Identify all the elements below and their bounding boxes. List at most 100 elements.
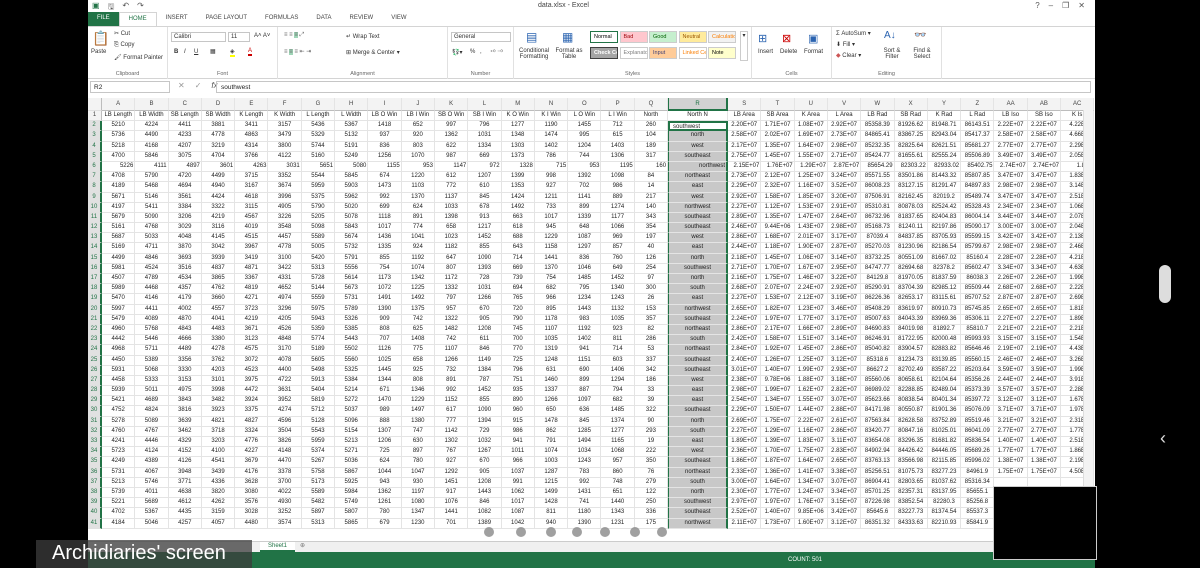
data-cell[interactable]: 1.25E+07 <box>794 355 828 366</box>
data-cell[interactable]: 989 <box>368 406 402 417</box>
data-cell[interactable]: 679 <box>368 518 402 529</box>
data-cell[interactable]: 2.65E+07 <box>1027 304 1062 315</box>
data-cell[interactable]: 941 <box>501 437 535 448</box>
data-cell[interactable]: 5790 <box>135 172 169 183</box>
data-cell[interactable]: 2.26E+07 <box>1027 274 1062 285</box>
data-cell[interactable]: 1353 <box>501 182 535 193</box>
data-cell[interactable]: 3.59E+07 <box>994 365 1028 376</box>
data-cell[interactable]: 5807 <box>335 508 369 519</box>
data-cell[interactable]: 85506.89 <box>961 151 995 162</box>
data-cell[interactable]: 4078 <box>268 355 302 366</box>
data-cell[interactable]: 82162.45 <box>894 192 928 203</box>
data-cell[interactable]: 343 <box>634 212 669 224</box>
page-dot[interactable] <box>657 527 667 537</box>
data-cell[interactable]: 777 <box>434 416 469 427</box>
data-cell[interactable]: 4446 <box>135 437 169 448</box>
data-cell[interactable]: 1.51E+07 <box>794 335 828 346</box>
data-cell[interactable]: 2.86E+07 <box>728 324 762 336</box>
data-cell[interactable]: 3924 <box>235 396 269 407</box>
data-cell[interactable]: 4618 <box>235 192 269 203</box>
data-cell[interactable]: 5411 <box>135 202 169 213</box>
data-cell[interactable]: 2.98E+07 <box>827 141 862 152</box>
data-cell[interactable]: 2.88E+07 <box>827 406 862 417</box>
data-cell[interactable]: 4827 <box>235 416 269 427</box>
data-cell[interactable]: 1041 <box>401 233 435 244</box>
data-cell[interactable]: 4179 <box>168 294 202 305</box>
data-cell[interactable]: 3561 <box>168 192 202 203</box>
data-cell[interactable]: 84 <box>634 172 669 183</box>
data-cell[interactable]: 1494 <box>568 437 602 448</box>
data-cell[interactable]: 5687 <box>102 233 136 244</box>
data-cell[interactable]: 808 <box>401 375 435 387</box>
column-header-s[interactable]: S <box>728 98 762 111</box>
data-cell[interactable]: 4557 <box>201 304 236 315</box>
data-cell[interactable]: 2.73E+07 <box>827 131 862 142</box>
data-cell[interactable]: 790 <box>501 314 535 325</box>
data-cell[interactable]: 4048 <box>168 233 202 244</box>
data-cell[interactable]: 4111 <box>135 161 169 173</box>
data-cell[interactable]: 4146 <box>135 294 169 305</box>
tab-page-layout[interactable]: PAGE LAYOUT <box>197 12 256 26</box>
data-cell[interactable]: 4145 <box>201 233 236 244</box>
data-cell[interactable]: 631 <box>534 365 569 376</box>
data-cell[interactable]: 1266 <box>434 355 469 366</box>
data-cell[interactable]: 4905 <box>268 202 302 213</box>
data-cell[interactable]: 636 <box>568 406 602 417</box>
data-cell[interactable]: 86732.96 <box>861 212 895 224</box>
data-cell[interactable]: 5605 <box>301 355 336 366</box>
header-cell[interactable]: L Rad <box>961 111 995 122</box>
data-cell[interactable]: 5679 <box>102 212 136 224</box>
data-cell[interactable]: 3226 <box>268 212 302 224</box>
data-cell[interactable]: 945 <box>534 223 569 234</box>
data-cell[interactable]: 279 <box>634 477 669 488</box>
data-cell[interactable]: 2.22E+07 <box>794 416 828 427</box>
header-cell[interactable]: LB Length <box>102 111 136 122</box>
add-sheet-button[interactable]: ⊕ <box>300 542 305 549</box>
data-cell[interactable]: 80550.87 <box>894 406 928 417</box>
data-cell[interactable]: 1.53E+07 <box>794 202 828 213</box>
data-cell[interactable]: 5436 <box>301 121 336 132</box>
data-cell[interactable]: 5790 <box>301 202 336 213</box>
data-cell[interactable]: 1402 <box>568 335 602 346</box>
data-cell[interactable]: 1.34E+07 <box>794 477 828 488</box>
data-cell[interactable]: 82803.65 <box>894 477 928 488</box>
data-cell[interactable]: 699 <box>368 202 402 213</box>
data-cell[interactable]: 652 <box>401 121 435 132</box>
data-cell[interactable]: 1.97E+07 <box>761 498 795 509</box>
data-cell[interactable]: 4219 <box>235 314 269 325</box>
page-dot[interactable] <box>572 527 582 537</box>
data-cell[interactable]: 5313 <box>301 263 336 274</box>
data-cell[interactable]: 5502 <box>335 345 369 356</box>
data-cell[interactable]: 715 <box>534 161 569 173</box>
header-cell[interactable]: K O Win <box>501 111 535 122</box>
data-cell[interactable]: 1.34E+07 <box>761 396 795 407</box>
data-cell[interactable]: 5791 <box>335 253 369 264</box>
data-cell[interactable]: 1499 <box>534 487 569 499</box>
data-cell[interactable]: 1399 <box>501 172 535 183</box>
row-number[interactable]: 35 <box>88 457 102 468</box>
data-cell[interactable]: 1090 <box>468 253 502 264</box>
data-cell[interactable]: 1452 <box>468 386 502 397</box>
data-cell[interactable]: 1215 <box>534 477 569 488</box>
data-cell[interactable]: 957 <box>601 457 635 468</box>
direction-cell[interactable]: south <box>668 335 729 346</box>
page-dot[interactable] <box>546 527 556 537</box>
data-cell[interactable]: 85310.81 <box>861 202 895 213</box>
data-cell[interactable]: 3422 <box>268 263 302 274</box>
data-cell[interactable]: 1.75E+07 <box>1027 467 1062 478</box>
data-cell[interactable]: 197 <box>634 233 669 244</box>
data-cell[interactable]: 663 <box>501 212 535 224</box>
data-cell[interactable]: 4400 <box>268 365 302 376</box>
data-cell[interactable]: 4411 <box>168 121 202 132</box>
data-cell[interactable]: 2.26E+07 <box>994 274 1028 285</box>
data-cell[interactable]: 1394 <box>468 416 502 427</box>
data-cell[interactable]: 4846 <box>135 253 169 264</box>
data-cell[interactable]: 81240.11 <box>894 223 928 234</box>
data-cell[interactable]: 84426.42 <box>894 447 928 458</box>
data-cell[interactable]: 85160.4 <box>961 253 995 264</box>
data-cell[interactable]: 3367 <box>235 274 269 285</box>
data-cell[interactable]: 1460 <box>534 375 569 387</box>
data-cell[interactable]: 4596 <box>268 416 302 427</box>
data-cell[interactable]: 5205 <box>301 212 336 224</box>
header-cell[interactable]: SB O Win <box>434 111 469 122</box>
